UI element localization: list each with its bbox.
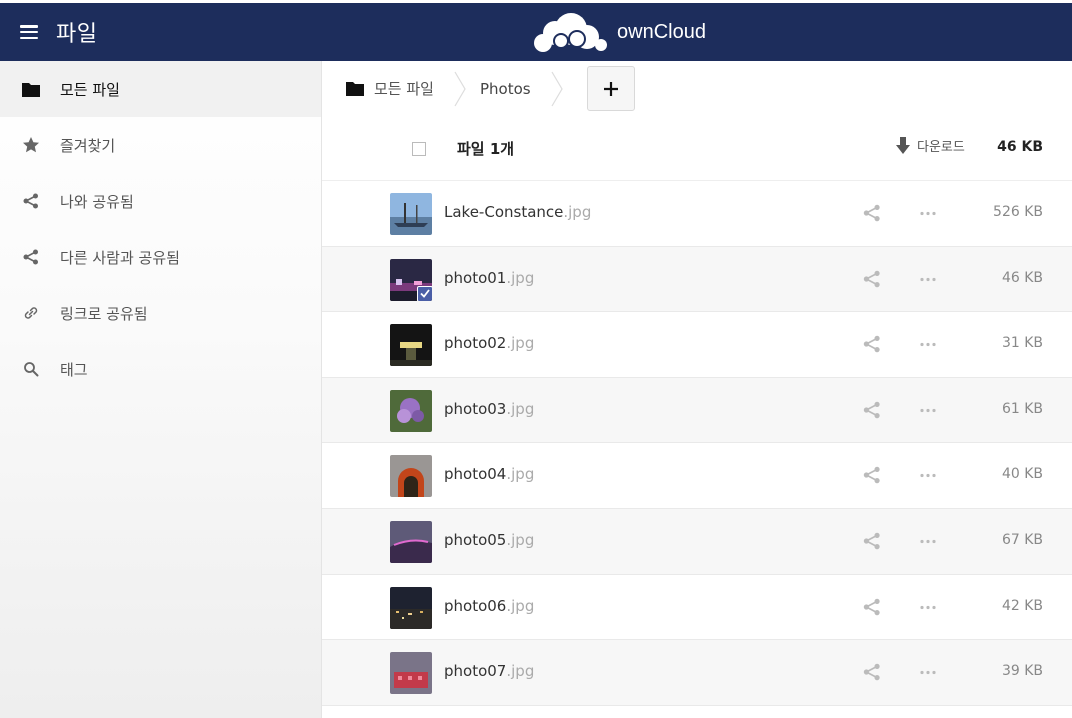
sidebar-item-shared-by-link[interactable]: 링크로 공유됨 — [0, 285, 321, 341]
sidebar-item-label: 나와 공유됨 — [60, 192, 134, 211]
share-icon[interactable] — [863, 532, 881, 550]
file-size: 67 KB — [1001, 531, 1043, 548]
brand-name: ownCloud — [617, 20, 706, 43]
share-icon[interactable] — [863, 663, 881, 681]
share-icon[interactable] — [863, 335, 881, 353]
selected-size: 46 KB — [997, 139, 1043, 155]
file-thumbnail[interactable] — [390, 324, 432, 367]
file-size: 42 KB — [1001, 597, 1043, 614]
chevron-right-icon — [454, 71, 466, 106]
file-name[interactable]: photo01.jpg — [444, 269, 534, 287]
file-thumbnail[interactable] — [390, 193, 432, 235]
sidebar-item-label: 다른 사람과 공유됨 — [60, 248, 180, 267]
more-icon[interactable] — [919, 342, 937, 347]
file-thumbnail[interactable] — [390, 389, 432, 432]
breadcrumb-current-label: Photos — [479, 79, 531, 98]
plus-icon — [603, 81, 618, 96]
app-title: 파일 — [56, 22, 98, 47]
more-icon[interactable] — [919, 211, 937, 216]
sidebar-item-shared-with-others[interactable]: 다른 사람과 공유됨 — [0, 229, 321, 285]
file-row[interactable]: photo03.jpg 61 KB — [322, 377, 1072, 444]
file-name[interactable]: photo06.jpg — [444, 597, 534, 615]
sidebar-item-favorites[interactable]: 즐겨찾기 — [0, 117, 321, 173]
breadcrumb-photos[interactable]: Photos — [480, 80, 531, 98]
file-list: Lake-Constance.jpg 526 KB photo01.jpg 46… — [322, 181, 1072, 706]
file-row[interactable]: Lake-Constance.jpg 526 KB — [322, 181, 1072, 247]
more-icon[interactable] — [919, 605, 937, 610]
file-name[interactable]: photo04.jpg — [444, 465, 534, 483]
file-thumbnail[interactable] — [390, 520, 432, 563]
folder-icon — [346, 82, 364, 96]
owncloud-logo-icon — [534, 13, 607, 52]
brand[interactable]: ownCloud — [531, 9, 706, 55]
file-size: 39 KB — [1001, 663, 1043, 680]
file-name[interactable]: photo05.jpg — [444, 531, 534, 549]
download-icon — [896, 136, 910, 154]
file-thumbnail[interactable] — [390, 652, 432, 695]
select-all-checkbox[interactable] — [412, 142, 426, 156]
more-icon[interactable] — [919, 408, 937, 413]
sidebar-item-label: 링크로 공유됨 — [60, 304, 148, 323]
breadcrumb: 모든 파일 Photos — [322, 61, 1072, 116]
file-size: 46 KB — [1001, 269, 1043, 286]
file-size: 31 KB — [1001, 335, 1043, 352]
file-name[interactable]: photo07.jpg — [444, 662, 534, 680]
file-area: 모든 파일 Photos 파일 1개 다운로드 46 KB Lake-Const… — [322, 61, 1072, 718]
chevron-right-icon — [551, 71, 563, 106]
share-icon — [22, 192, 40, 210]
file-list-header: 파일 1개 다운로드 46 KB — [322, 116, 1072, 181]
search-icon — [22, 360, 40, 378]
file-size: 40 KB — [1001, 466, 1043, 483]
selection-count: 파일 1개 — [457, 140, 515, 158]
sidebar: 모든 파일 즐겨찾기 나와 공유됨 다른 사람과 공유됨 링크로 공유됨 태그 — [0, 61, 322, 718]
file-thumbnail[interactable] — [390, 455, 432, 498]
share-icon[interactable] — [863, 270, 881, 288]
sidebar-item-label: 모든 파일 — [60, 80, 120, 99]
file-row[interactable]: photo06.jpg 42 KB — [322, 574, 1072, 641]
file-name[interactable]: photo02.jpg — [444, 334, 534, 352]
more-icon[interactable] — [919, 473, 937, 478]
download-label: 다운로드 — [917, 140, 965, 155]
share-icon[interactable] — [863, 466, 881, 484]
sidebar-item-label: 즐겨찾기 — [60, 136, 116, 155]
more-icon[interactable] — [919, 670, 937, 675]
more-icon[interactable] — [919, 277, 937, 282]
file-size: 61 KB — [1001, 400, 1043, 417]
more-icon[interactable] — [919, 539, 937, 544]
file-row[interactable]: photo07.jpg 39 KB — [322, 640, 1072, 706]
app-menu-button[interactable]: 파일 — [20, 17, 97, 47]
file-size: 526 KB — [993, 204, 1043, 220]
file-thumbnail[interactable] — [390, 586, 432, 629]
file-row[interactable]: photo05.jpg 67 KB — [322, 508, 1072, 575]
star-icon — [22, 136, 40, 154]
share-icon[interactable] — [863, 204, 881, 222]
file-name[interactable]: Lake-Constance.jpg — [444, 203, 591, 221]
share-icon — [22, 248, 40, 266]
share-icon[interactable] — [863, 401, 881, 419]
folder-icon — [22, 80, 40, 98]
sidebar-item-tags[interactable]: 태그 — [0, 341, 321, 397]
new-button[interactable] — [586, 66, 635, 111]
sidebar-item-label: 태그 — [60, 360, 88, 379]
file-row[interactable]: photo02.jpg 31 KB — [322, 312, 1072, 378]
sidebar-item-all-files[interactable]: 모든 파일 — [0, 61, 321, 117]
top-bar: 파일 ownCloud — [0, 0, 1072, 61]
file-name[interactable]: photo03.jpg — [444, 400, 534, 418]
file-thumbnail[interactable] — [390, 258, 432, 301]
file-row[interactable]: photo04.jpg 40 KB — [322, 443, 1072, 509]
checkmark-icon — [417, 285, 432, 301]
link-icon — [22, 304, 40, 322]
file-row[interactable]: photo01.jpg 46 KB — [322, 246, 1072, 313]
sidebar-item-shared-with-you[interactable]: 나와 공유됨 — [0, 173, 321, 229]
breadcrumb-root-label: 모든 파일 — [374, 80, 434, 98]
breadcrumb-root[interactable]: 모든 파일 — [346, 78, 434, 99]
hamburger-icon — [20, 25, 38, 39]
share-icon[interactable] — [863, 598, 881, 616]
download-button[interactable]: 다운로드 — [895, 136, 965, 155]
